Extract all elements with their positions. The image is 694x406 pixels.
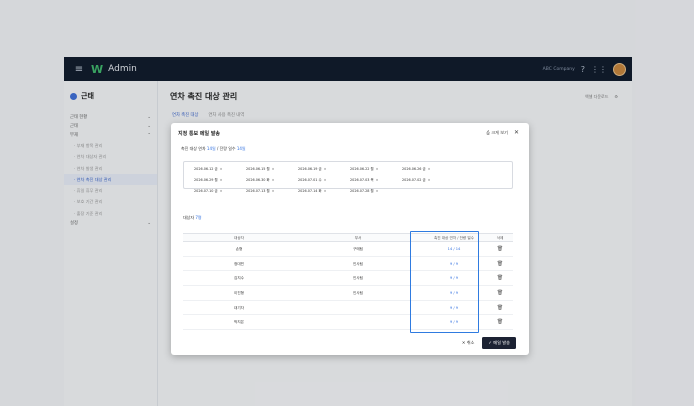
cell-name: 박지은 [234, 320, 244, 325]
mail-modal: 지정 통보 메일 발송 ⎙ 크게 보기 ✕ 촉진 대상 연차 14일 / 잔량 … [171, 123, 529, 355]
date-chip-label: 2026.06.12 금 [194, 167, 218, 171]
date-chip-label: 2026.06.22 월 [350, 167, 374, 171]
table-row: 김지수 인사팀 9 / 9 🗑 [183, 271, 513, 287]
cell-name: 이진형 [234, 291, 244, 296]
date-chip: 2026.06.19 금 × [298, 165, 350, 174]
remove-date-icon[interactable]: × [272, 178, 275, 182]
date-chip: 2026.07.13 월 × [246, 187, 298, 196]
cell-delete: 🗑 [487, 271, 513, 285]
target-count: 대상자 7명 [183, 215, 202, 220]
cell-days: 9 / 9 [449, 291, 459, 296]
date-chip-label: 2026.06.15 월 [246, 167, 270, 171]
cell-name: 대기자 [234, 305, 244, 310]
table-row: 손형 구매팀 14 / 14 🗑 [183, 242, 513, 257]
remove-date-icon[interactable]: × [324, 178, 327, 182]
remove-date-icon[interactable]: × [376, 178, 379, 182]
date-chip: 2026.06.26 금 × [402, 165, 454, 174]
date-chip: 2026.06.29 월 × [194, 176, 246, 185]
cell-days: 9 / 9 [449, 305, 459, 310]
cell-dept [295, 301, 421, 315]
trash-icon[interactable]: 🗑 [497, 261, 503, 267]
cell-name: 정대민 [234, 261, 244, 266]
cell-delete: 🗑 [487, 315, 513, 329]
cell-delete: 🗑 [487, 286, 513, 300]
cell-days: 9 / 9 [449, 320, 459, 325]
date-chip: 2026.07.03 목 × [350, 176, 402, 185]
date-chip-label: 2026.07.03 목 [350, 178, 374, 182]
cell-dept: 인사팀 [353, 276, 363, 281]
table-row: 박지은 9 / 9 🗑 [183, 315, 513, 331]
table-header: 대상자 부서 촉진 대상 연차 / 잔량 일수 삭제 [183, 233, 513, 242]
date-chip: 2026.06.22 월 × [350, 165, 402, 174]
date-chip-label: 2026.06.29 월 [194, 178, 218, 182]
date-chip: 2026.07.02 금 × [402, 176, 454, 185]
cell-dept [295, 315, 421, 329]
table-row: 정대민 인사팀 9 / 9 🗑 [183, 257, 513, 272]
date-chip-label: 2026.07.02 금 [402, 178, 426, 182]
column-header: 부서 [354, 236, 362, 240]
cell-name: 손형 [235, 247, 243, 251]
trash-icon[interactable]: 🗑 [497, 290, 503, 296]
remove-date-icon[interactable]: × [324, 189, 327, 193]
date-chip-box: 2026.06.12 금 × 2026.06.15 월 × 2026.06.19 금 × 2… [183, 161, 513, 193]
remove-date-icon[interactable]: × [220, 167, 223, 171]
remove-date-icon[interactable]: × [324, 167, 327, 171]
cell-dept: 인사팀 [353, 261, 363, 266]
date-chip: 2026.06.30 화 × [246, 176, 298, 185]
date-chip-label: 2026.07.01 수 [298, 178, 322, 182]
send-mail-button[interactable]: ✓ 메일 발송 [482, 337, 516, 349]
remove-date-icon[interactable]: × [220, 189, 223, 193]
remove-date-icon[interactable]: × [428, 167, 431, 171]
date-chip: 2026.07.28 월 × [350, 187, 402, 196]
cell-delete: 🗑 [487, 242, 513, 256]
date-chip: 2026.06.15 월 × [246, 165, 298, 174]
table-row: 이진형 인사팀 9 / 9 🗑 [183, 286, 513, 301]
date-chip: 2026.06.12 금 × [194, 165, 246, 174]
date-chip: 2026.07.14 화 × [298, 187, 350, 196]
trash-icon[interactable]: 🗑 [497, 305, 503, 311]
date-chip-label: 2026.07.13 월 [246, 189, 270, 193]
cell-delete: 🗑 [487, 257, 513, 271]
date-chip-label: 2026.07.14 화 [298, 189, 322, 193]
remove-date-icon[interactable]: × [428, 178, 431, 182]
trash-icon[interactable]: 🗑 [497, 275, 503, 281]
table-body: 손형 구매팀 14 / 14 🗑 정대민 인사팀 9 / 9 🗑 김지수 인사팀 9 / 9 🗑 이진형… [183, 242, 513, 331]
cell-delete: 🗑 [487, 301, 513, 315]
table-row: 대기자 9 / 9 🗑 [183, 301, 513, 316]
date-chip: 2026.07.01 수 × [298, 176, 350, 185]
cell-days: 14 / 14 [447, 247, 461, 251]
remove-date-icon[interactable]: × [376, 189, 379, 193]
trash-icon[interactable]: 🗑 [497, 319, 503, 325]
trash-icon[interactable]: 🗑 [497, 246, 503, 252]
cell-days: 9 / 9 [449, 261, 459, 266]
date-chip-label: 2026.07.28 월 [350, 189, 374, 193]
remove-date-icon[interactable]: × [376, 167, 379, 171]
cell-name: 김지수 [234, 276, 244, 281]
cell-dept: 인사팀 [353, 291, 363, 296]
date-chip-label: 2026.07.10 금 [194, 189, 218, 193]
modal-footer: ✕ 취소 ✓ 메일 발송 [462, 337, 516, 349]
remove-date-icon[interactable]: × [272, 189, 275, 193]
remove-date-icon[interactable]: × [220, 178, 223, 182]
expand-view-button[interactable]: ⎙ 크게 보기 [487, 130, 508, 136]
cell-days: 9 / 9 [449, 276, 459, 281]
date-chip: 2026.07.10 금 × [194, 187, 246, 196]
date-chip-label: 2026.06.19 금 [298, 167, 322, 171]
target-summary: 촉진 대상 연차 14일 / 잔량 일수 14일 [181, 146, 246, 151]
date-chip-label: 2026.06.30 화 [246, 178, 270, 182]
modal-header-actions: ⎙ 크게 보기 ✕ [487, 129, 519, 136]
column-header: 삭제 [496, 236, 504, 240]
modal-title: 지정 통보 메일 발송 [178, 131, 221, 137]
date-chip-label: 2026.06.26 금 [402, 167, 426, 171]
column-header: 촉진 대상 연차 / 잔량 일수 [434, 236, 474, 240]
remove-date-icon[interactable]: × [272, 167, 275, 171]
close-icon[interactable]: ✕ [514, 129, 519, 136]
cancel-button[interactable]: ✕ 취소 [462, 340, 475, 346]
cell-dept: 구매팀 [353, 247, 363, 251]
column-header: 대상자 [234, 236, 244, 240]
target-table: 대상자 부서 촉진 대상 연차 / 잔량 일수 삭제 손형 구매팀 14 / 14 🗑… [183, 233, 513, 331]
